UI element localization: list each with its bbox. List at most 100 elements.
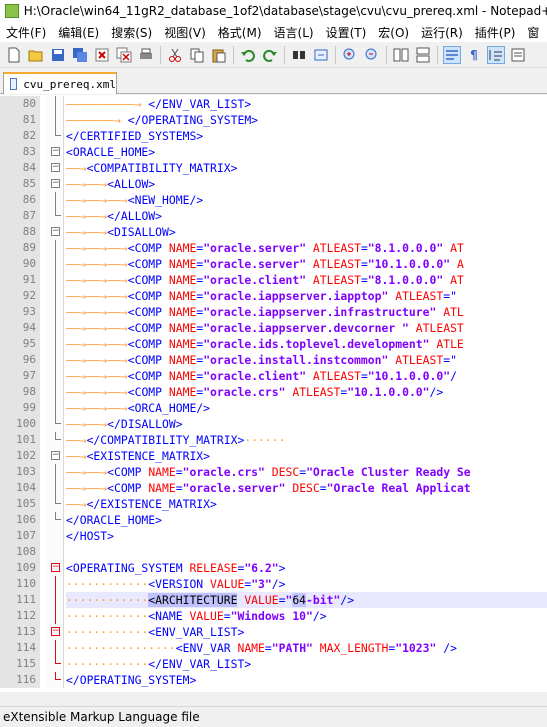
code-text[interactable]: ——→——→——→<COMP NAME="oracle.iappserver.i… xyxy=(66,304,464,320)
code-text[interactable]: ——→——→——→<NEW_HOME/> xyxy=(66,192,203,208)
code-text[interactable]: ——→——→——→<COMP NAME="oracle.iappserver.i… xyxy=(66,288,457,304)
code-line[interactable]: 90 ——→——→——→<COMP NAME = "oracle.server" AT… xyxy=(0,256,547,272)
editor[interactable]: 80 ——————————→ </ENV_VAR_LIST> 81 ———————→ … xyxy=(0,95,547,692)
save-icon[interactable] xyxy=(49,46,67,64)
code-text[interactable]: ——→——→——→<COMP NAME="oracle.install.inst… xyxy=(66,352,457,368)
close-icon[interactable] xyxy=(93,46,111,64)
code-line[interactable]: 88 − ——→——→<DISALLOW> xyxy=(0,224,547,240)
code-line[interactable]: 106 </ORACLE_HOME> xyxy=(0,512,547,528)
menu-item[interactable]: 搜索(S) xyxy=(105,24,158,41)
code-line[interactable]: 97 ——→——→——→<COMP NAME = "oracle.client" AT… xyxy=(0,368,547,384)
fold-toggle-icon[interactable]: − xyxy=(51,627,60,636)
show-all-chars-icon[interactable]: ¶ xyxy=(465,46,483,64)
close-all-icon[interactable] xyxy=(115,46,133,64)
code-text[interactable]: ——→——→<COMP NAME="oracle.crs" DESC="Orac… xyxy=(66,464,471,480)
code-line[interactable]: 92 ——→——→——→<COMP NAME="oracle.iappserver… xyxy=(0,288,547,304)
menu-item[interactable]: 窗 xyxy=(521,24,545,41)
print-icon[interactable] xyxy=(137,46,155,64)
code-text[interactable]: ———————→ </OPERATING_SYSTEM> xyxy=(66,112,258,128)
indent-guide-icon[interactable] xyxy=(487,45,505,64)
code-line[interactable]: 84 − ——→<COMPATIBILITY_MATRIX> xyxy=(0,160,547,176)
code-text[interactable]: </ORACLE_HOME> xyxy=(66,512,162,528)
sync-h-icon[interactable] xyxy=(414,46,432,64)
code-text[interactable]: ——→——→</DISALLOW> xyxy=(66,416,183,432)
code-text[interactable]: ——→——→<DISALLOW> xyxy=(66,224,176,240)
code-text[interactable]: </OPERATING_SYSTEM> xyxy=(66,672,196,688)
code-text[interactable]: ——→<COMPATIBILITY_MATRIX> xyxy=(66,160,237,176)
code-text[interactable]: ——→——→——→<COMP NAME="oracle.iappserver.d… xyxy=(66,320,464,336)
user-lang-icon[interactable] xyxy=(509,46,527,64)
code-line[interactable]: 113 − ············<ENV_VAR_LIST> xyxy=(0,624,547,640)
code-line[interactable]: 81 ———————→ </OPERATING_SYSTEM> xyxy=(0,112,547,128)
menu-item[interactable]: 语言(L) xyxy=(268,24,320,41)
code-line[interactable]: 110 ············<VERSION VALUE="3"/> xyxy=(0,576,547,592)
menu-item[interactable]: 视图(V) xyxy=(158,24,212,41)
code-line[interactable]: 116 </OPERATING_SYSTEM> xyxy=(0,672,547,688)
code-line[interactable]: 83 − <ORACLE_HOME> xyxy=(0,144,547,160)
menu-item[interactable]: 设置(T) xyxy=(320,24,373,41)
code-line[interactable]: 94 ——→——→——→<COMP NAME="oracle.iappserver… xyxy=(0,320,547,336)
copy-icon[interactable] xyxy=(188,46,206,64)
sync-v-icon[interactable] xyxy=(392,46,410,64)
code-line[interactable]: 107 </HOST> xyxy=(0,528,547,544)
redo-icon[interactable] xyxy=(261,46,279,64)
code-text[interactable]: ——→——→——→<COMP NAME = "oracle.server" ATLE… xyxy=(66,256,464,272)
code-line[interactable]: 91 ——→——→——→<COMP NAME = "oracle.client" AT… xyxy=(0,272,547,288)
zoom-out-icon[interactable] xyxy=(363,46,381,64)
fold-toggle-icon[interactable]: − xyxy=(51,563,60,572)
code-text[interactable]: ——→——→——→<COMP NAME = "oracle.client" ATLE… xyxy=(66,272,464,288)
open-file-icon[interactable] xyxy=(27,46,45,64)
code-line[interactable]: 108 xyxy=(0,544,547,560)
code-text[interactable]: ——→——→——→<COMP NAME = "oracle.server" ATLE… xyxy=(66,240,464,256)
undo-icon[interactable] xyxy=(239,46,257,64)
fold-toggle-icon[interactable]: − xyxy=(51,147,60,156)
code-text[interactable]: ············</ENV_VAR_LIST> xyxy=(66,656,251,672)
code-line[interactable]: 102 − ——→<EXISTENCE_MATRIX> xyxy=(0,448,547,464)
code-line[interactable]: 115 ············</ENV_VAR_LIST> xyxy=(0,656,547,672)
menu-item[interactable]: 编辑(E) xyxy=(52,24,105,41)
code-text[interactable]: ——→——→——→<ORCA_HOME/> xyxy=(66,400,210,416)
save-all-icon[interactable] xyxy=(71,46,89,64)
code-line[interactable]: 111 ············<ARCHITECTURE VALUE="64-b… xyxy=(0,592,547,608)
code-text[interactable]: ——→——→——→<COMP NAME="oracle.crs" ATLEAST… xyxy=(66,384,443,400)
wrap-icon[interactable] xyxy=(443,45,461,64)
code-text[interactable]: ——→——→——→<COMP NAME = "oracle.client" ATLE… xyxy=(66,368,457,384)
code-line[interactable]: 100 ——→——→</DISALLOW> xyxy=(0,416,547,432)
code-line[interactable]: 85 − ——→——→<ALLOW> xyxy=(0,176,547,192)
replace-icon[interactable] xyxy=(312,46,330,64)
cut-icon[interactable] xyxy=(166,46,184,64)
code-text[interactable]: ——→——→<ALLOW> xyxy=(66,176,155,192)
code-text[interactable]: ——→</COMPATIBILITY_MATRIX>······ xyxy=(66,432,285,448)
code-line[interactable]: 105 ——→</EXISTENCE_MATRIX> xyxy=(0,496,547,512)
code-text[interactable]: ——————————→ </ENV_VAR_LIST> xyxy=(66,96,251,112)
tab-cvu-prereq[interactable]: cvu_prereq.xml xyxy=(3,72,117,94)
code-text[interactable]: <OPERATING_SYSTEM RELEASE="6.2"> xyxy=(66,560,285,576)
code-line[interactable]: 99 ——→——→——→<ORCA_HOME/> xyxy=(0,400,547,416)
code-text[interactable]: ············<NAME VALUE="Windows 10"/> xyxy=(66,608,327,624)
fold-toggle-icon[interactable]: − xyxy=(51,163,60,172)
code-text[interactable]: ——→——→——→<COMP NAME="oracle.ids.toplevel… xyxy=(66,336,464,352)
code-text[interactable]: ············<ARCHITECTURE VALUE="64-bit"… xyxy=(66,592,547,608)
code-text[interactable]: ················<ENV_VAR NAME="PATH" MAX… xyxy=(66,640,457,656)
code-line[interactable]: 98 ——→——→——→<COMP NAME="oracle.crs" ATLEA… xyxy=(0,384,547,400)
code-text[interactable]: ——→——→</ALLOW> xyxy=(66,208,162,224)
fold-toggle-icon[interactable]: − xyxy=(51,227,60,236)
code-text[interactable]: ············<ENV_VAR_LIST> xyxy=(66,624,244,640)
code-line[interactable]: 103 ——→——→<COMP NAME="oracle.crs" DESC="O… xyxy=(0,464,547,480)
menu-item[interactable]: 格式(M) xyxy=(212,24,268,41)
code-line[interactable]: 101 ——→</COMPATIBILITY_MATRIX>······ xyxy=(0,432,547,448)
code-line[interactable]: 86 ——→——→——→<NEW_HOME/> xyxy=(0,192,547,208)
code-line[interactable]: 114 ················<ENV_VAR NAME="PATH" … xyxy=(0,640,547,656)
code-line[interactable]: 104 ——→——→<COMP NAME="oracle.server" DESC… xyxy=(0,480,547,496)
code-line[interactable]: 82 </CERTIFIED_SYSTEMS> xyxy=(0,128,547,144)
code-text[interactable]: ——→</EXISTENCE_MATRIX> xyxy=(66,496,217,512)
code-text[interactable]: </HOST> xyxy=(66,528,114,544)
menu-item[interactable]: 宏(O) xyxy=(372,24,415,41)
code-line[interactable]: 109 − <OPERATING_SYSTEM RELEASE="6.2"> xyxy=(0,560,547,576)
code-line[interactable]: 80 ——————————→ </ENV_VAR_LIST> xyxy=(0,96,547,112)
find-icon[interactable] xyxy=(290,46,308,64)
zoom-in-icon[interactable] xyxy=(341,46,359,64)
code-text[interactable]: ——→<EXISTENCE_MATRIX> xyxy=(66,448,210,464)
code-line[interactable]: 87 ——→——→</ALLOW> xyxy=(0,208,547,224)
code-text[interactable]: <ORACLE_HOME> xyxy=(66,144,155,160)
